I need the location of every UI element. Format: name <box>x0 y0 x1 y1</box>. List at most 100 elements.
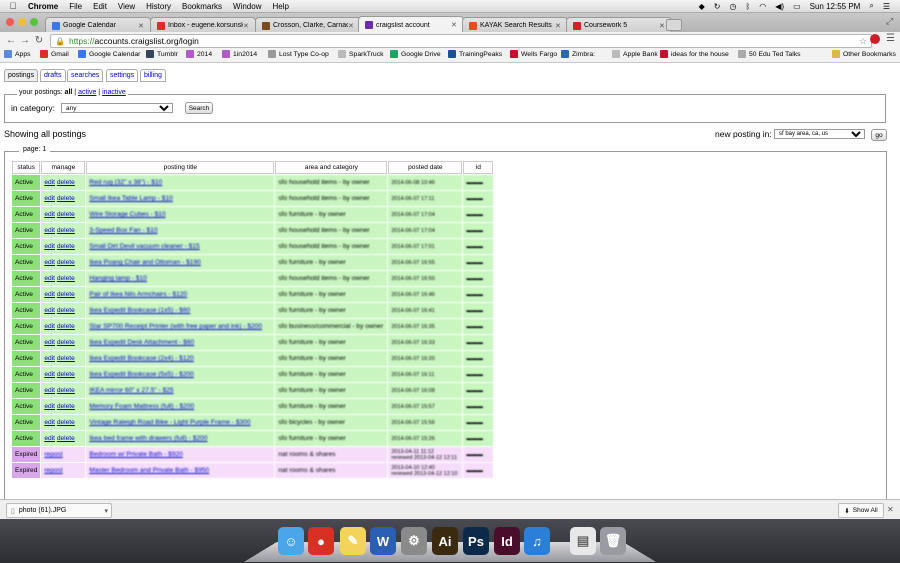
edit-link[interactable]: edit <box>44 403 55 410</box>
posting-title-link[interactable]: Ikea Expedit Bookcase (1x5) - $60 <box>89 307 190 314</box>
stickies-icon[interactable]: ✎ <box>340 527 366 555</box>
bookmark-item[interactable]: Lost Type Co-op <box>268 50 329 58</box>
menu-view[interactable]: View <box>118 2 135 11</box>
bookmark-item[interactable]: Gmail <box>40 50 69 58</box>
edit-link[interactable]: edit <box>44 179 55 186</box>
subtab-drafts[interactable]: drafts <box>40 69 66 82</box>
go-button[interactable]: go <box>871 129 887 141</box>
bookmark-item[interactable]: Zimbra: <box>561 50 595 58</box>
bookmark-item[interactable]: 1in2014 <box>222 50 257 58</box>
minimize-window-button[interactable] <box>18 18 26 26</box>
chrome-menu-icon[interactable]: ☰ <box>886 33 895 44</box>
pinterest-extension-icon[interactable] <box>870 34 880 44</box>
delete-link[interactable]: delete <box>57 355 75 362</box>
close-window-button[interactable] <box>6 18 14 26</box>
new-tab-button[interactable] <box>666 19 682 31</box>
finder-icon[interactable]: ☺ <box>278 527 304 555</box>
browser-tab[interactable]: Crosson, Clarke, Carnach ✕ <box>255 17 361 33</box>
edit-link[interactable]: edit <box>44 291 55 298</box>
repost-link[interactable]: repost <box>44 451 62 458</box>
chrome-icon[interactable]: ● <box>308 527 334 555</box>
bookmark-item[interactable]: ideas for the house <box>660 50 729 58</box>
delete-link[interactable]: delete <box>57 291 75 298</box>
posting-title-link[interactable]: Red rug (32" x 38") - $10 <box>89 179 162 186</box>
delete-link[interactable]: delete <box>57 259 75 266</box>
subtab-settings[interactable]: settings <box>106 69 139 82</box>
delete-link[interactable]: delete <box>57 339 75 346</box>
posting-title-link[interactable]: Small Dirt Devil vacuum cleaner - $15 <box>89 243 199 250</box>
menubar-clock[interactable]: Sun 12:55 PM <box>810 2 861 11</box>
browser-tab[interactable]: Inbox - eugene.korsunski ✕ <box>150 17 256 33</box>
posting-title-link[interactable]: Small Ikea Table Lamp - $10 <box>89 195 172 202</box>
close-tab-icon[interactable]: ✕ <box>451 21 459 29</box>
trash-icon[interactable]: 🗑 <box>600 527 626 555</box>
edit-link[interactable]: edit <box>44 419 55 426</box>
close-download-bar-icon[interactable]: ✕ <box>887 505 894 514</box>
notification-center-icon[interactable]: ☰ <box>883 2 890 11</box>
browser-tab[interactable]: craigslist account ✕ <box>358 16 464 33</box>
show-all-downloads-button[interactable]: ⬇ Show All <box>838 503 884 518</box>
chevron-down-icon[interactable]: ▾ <box>104 507 108 515</box>
posting-title-link[interactable]: IKEA mirror 60" x 27.5" - $25 <box>89 387 173 394</box>
edit-link[interactable]: edit <box>44 307 55 314</box>
fullscreen-icon[interactable]: ⤢ <box>886 16 893 27</box>
delete-link[interactable]: delete <box>57 419 75 426</box>
delete-link[interactable]: delete <box>57 435 75 442</box>
posting-title-link[interactable]: Bedroom w/ Private Bath - $920 <box>89 451 182 458</box>
browser-tab[interactable]: Google Calendar ✕ <box>45 17 151 33</box>
menu-file[interactable]: File <box>69 2 82 11</box>
bookmark-item[interactable]: Tumblr <box>146 50 178 58</box>
col-status[interactable]: status <box>12 161 41 174</box>
edit-link[interactable]: edit <box>44 243 55 250</box>
delete-link[interactable]: delete <box>57 211 75 218</box>
edit-link[interactable]: edit <box>44 387 55 394</box>
posting-title-link[interactable]: Ikea Expedit Desk Attachment - $60 <box>89 339 194 346</box>
bookmark-item[interactable]: 2014 <box>186 50 212 58</box>
back-button[interactable]: ← <box>4 35 18 46</box>
col-id[interactable]: id <box>463 161 494 174</box>
reload-button[interactable]: ↻ <box>32 35 46 46</box>
delete-link[interactable]: delete <box>57 179 75 186</box>
spotlight-icon[interactable]: ⌕ <box>869 1 873 11</box>
apple-menu-icon[interactable]:  <box>6 1 20 11</box>
posting-title-link[interactable]: Ikea Expedit Bookcase (2x4) - $120 <box>89 355 193 362</box>
delete-link[interactable]: delete <box>57 371 75 378</box>
time-machine-icon[interactable]: ◷ <box>729 2 736 11</box>
search-button[interactable]: Search <box>185 102 213 114</box>
bookmark-item[interactable]: Google Drive <box>390 50 441 58</box>
menu-bookmarks[interactable]: Bookmarks <box>182 2 222 11</box>
edit-link[interactable]: edit <box>44 195 55 202</box>
browser-tab[interactable]: Coursework 5 ✕ <box>566 17 672 33</box>
posting-title-link[interactable]: Hanging lamp - $10 <box>89 275 147 282</box>
menu-window[interactable]: Window <box>233 2 261 11</box>
posting-title-link[interactable]: Vintage Raleigh Road Bike - Light Purple… <box>89 419 250 426</box>
category-select[interactable]: any <box>61 103 173 113</box>
close-tab-icon[interactable]: ✕ <box>348 22 356 30</box>
posting-title-link[interactable]: Pair of Ikea Nils Armchairs - $120 <box>89 291 187 298</box>
close-tab-icon[interactable]: ✕ <box>555 22 563 30</box>
posting-title-link[interactable]: 3-Speed Box Fan - $10 <box>89 227 157 234</box>
subtab-billing[interactable]: billing <box>140 69 166 82</box>
sync-icon[interactable]: ↻ <box>714 2 721 11</box>
pdf-document-icon[interactable]: ▤ <box>570 527 596 555</box>
posting-title-link[interactable]: Master Bedroom and Private Bath - $950 <box>89 467 209 474</box>
close-tab-icon[interactable]: ✕ <box>243 22 251 30</box>
address-bar[interactable]: 🔒 https:// accounts.craigslist.org/login… <box>50 34 872 48</box>
subtab-postings[interactable]: postings <box>4 69 39 82</box>
filter-inactive-link[interactable]: inactive <box>102 89 126 96</box>
posting-title-link[interactable]: Ikea Poang Chair and Ottoman - $190 <box>89 259 200 266</box>
delete-link[interactable]: delete <box>57 307 75 314</box>
browser-tab[interactable]: KAYAK Search Results ✕ <box>462 17 568 33</box>
close-tab-icon[interactable]: ✕ <box>138 22 146 30</box>
edit-link[interactable]: edit <box>44 227 55 234</box>
indesign-icon[interactable]: Id <box>494 527 520 555</box>
posting-title-link[interactable]: Ikea Expedit Bookcase (5x5) - $200 <box>89 371 193 378</box>
delete-link[interactable]: delete <box>57 227 75 234</box>
edit-link[interactable]: edit <box>44 211 55 218</box>
edit-link[interactable]: edit <box>44 323 55 330</box>
bookmark-item[interactable]: SparkTruck <box>338 50 384 58</box>
edit-link[interactable]: edit <box>44 275 55 282</box>
edit-link[interactable]: edit <box>44 339 55 346</box>
word-icon[interactable]: W <box>370 527 396 555</box>
delete-link[interactable]: delete <box>57 275 75 282</box>
